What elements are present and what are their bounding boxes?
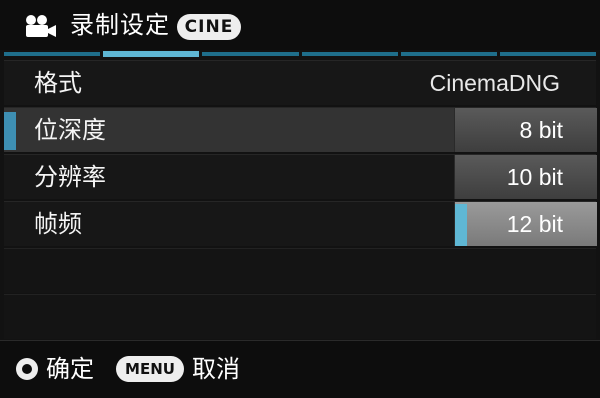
tab-1[interactable]	[4, 52, 101, 56]
menu-button-badge: MENU	[116, 356, 184, 382]
option-label-8bit: 8 bit	[519, 117, 563, 143]
cine-badge: CINE	[177, 14, 241, 40]
setting-row-format[interactable]: 格式 CinemaDNG	[4, 60, 596, 105]
ok-circle-icon	[16, 358, 38, 380]
footer: 确定 MENU 取消	[0, 340, 600, 398]
empty-row	[4, 248, 596, 293]
recording-settings-screen: 录制设定 CINE 格式 CinemaDNG 位深度 8 bit 分辨率 10 …	[0, 0, 600, 398]
page-title: 录制设定	[70, 11, 170, 39]
option-8bit[interactable]: 8 bit	[454, 108, 597, 152]
option-12bit[interactable]: 12 bit	[454, 202, 597, 246]
option-label-10bit: 10 bit	[506, 164, 563, 190]
setting-label-resolution: 分辨率	[34, 163, 106, 191]
setting-row-bit-depth[interactable]: 位深度 8 bit	[4, 107, 597, 152]
option-label-12bit: 12 bit	[506, 211, 563, 237]
empty-row	[4, 294, 596, 339]
option-10bit[interactable]: 10 bit	[454, 155, 597, 199]
setting-row-frame-rate[interactable]: 帧频 12 bit	[4, 201, 597, 246]
movie-camera-icon	[26, 15, 56, 37]
selection-marker	[4, 112, 16, 150]
tab-strip	[4, 51, 597, 57]
tab-6[interactable]	[499, 52, 597, 56]
setting-label-format: 格式	[34, 69, 82, 97]
tab-3[interactable]	[202, 52, 299, 56]
tab-5[interactable]	[400, 52, 497, 56]
tab-2-active[interactable]	[103, 51, 200, 57]
cancel-label[interactable]: 取消	[192, 351, 240, 387]
tab-4[interactable]	[301, 52, 398, 56]
option-highlight-marker	[455, 204, 467, 246]
setting-label-bit-depth: 位深度	[34, 116, 106, 144]
setting-value-format: CinemaDNG	[429, 70, 560, 96]
setting-row-resolution[interactable]: 分辨率 10 bit	[4, 154, 597, 199]
ok-label[interactable]: 确定	[46, 351, 94, 387]
setting-label-frame-rate: 帧频	[34, 210, 82, 238]
header: 录制设定 CINE	[0, 0, 600, 50]
